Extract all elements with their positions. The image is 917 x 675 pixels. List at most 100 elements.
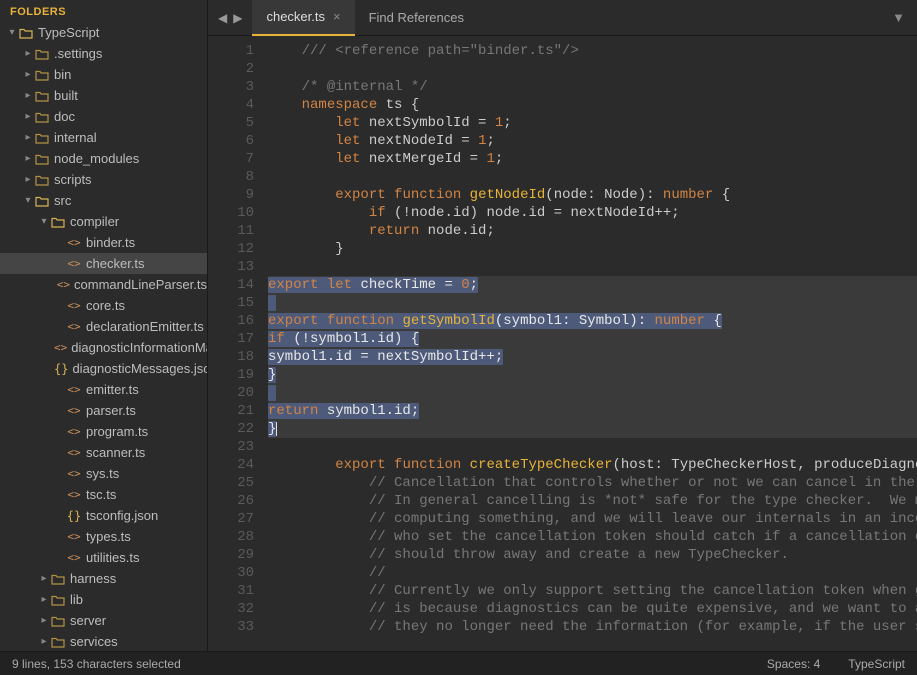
code-line[interactable]: // should throw away and create a new Ty…	[268, 546, 917, 564]
folder-item[interactable]: ▾src	[0, 190, 207, 211]
code-line[interactable]	[268, 60, 917, 78]
code-line[interactable]: if (!symbol1.id) {	[268, 330, 917, 348]
file-item[interactable]: {}diagnosticMessages.json	[0, 358, 207, 379]
folder-item[interactable]: ▸bin	[0, 64, 207, 85]
code-line[interactable]	[268, 438, 917, 456]
folder-item[interactable]: ▸lib	[0, 589, 207, 610]
line-number: 4	[208, 96, 254, 114]
tab-checker[interactable]: checker.ts ×	[252, 0, 354, 36]
code-area[interactable]: /// <reference path="binder.ts"/> /* @in…	[268, 36, 917, 651]
tab-find-references[interactable]: Find References	[355, 0, 478, 36]
line-number: 32	[208, 600, 254, 618]
folder-icon	[34, 69, 50, 81]
file-item[interactable]: <>core.ts	[0, 295, 207, 316]
code-line[interactable]: let nextSymbolId = 1;	[268, 114, 917, 132]
code-line[interactable]: namespace ts {	[268, 96, 917, 114]
code-line[interactable]: }	[268, 420, 917, 438]
tree-arrow-icon[interactable]: ▸	[38, 636, 50, 647]
code-line[interactable]: let nextNodeId = 1;	[268, 132, 917, 150]
nav-back-icon[interactable]: ◀	[218, 11, 227, 25]
folder-item[interactable]: ▾compiler	[0, 211, 207, 232]
ts-file-icon: <>	[66, 257, 82, 270]
tree-arrow-icon[interactable]: ▸	[22, 111, 34, 122]
close-icon[interactable]: ×	[333, 9, 341, 24]
code-line[interactable]: /* @internal */	[268, 78, 917, 96]
code-line[interactable]: // is because diagnostics can be quite e…	[268, 600, 917, 618]
tree-arrow-icon[interactable]: ▾	[6, 27, 18, 38]
tree-arrow-icon[interactable]: ▸	[22, 132, 34, 143]
file-tree[interactable]: ▾TypeScript▸.settings▸bin▸built▸doc▸inte…	[0, 22, 207, 651]
file-item[interactable]: <>parser.ts	[0, 400, 207, 421]
folder-item[interactable]: ▸built	[0, 85, 207, 106]
code-line[interactable]: // In general cancelling is *not* safe f…	[268, 492, 917, 510]
file-item[interactable]: <>diagnosticInformationMap.generated.ts	[0, 337, 207, 358]
tree-arrow-icon[interactable]: ▸	[22, 174, 34, 185]
code-line[interactable]: if (!node.id) node.id = nextNodeId++;	[268, 204, 917, 222]
tree-item-label: binder.ts	[86, 235, 135, 250]
file-item[interactable]: <>commandLineParser.ts	[0, 274, 207, 295]
editor-body[interactable]: 1234567891011121314151617181920212223242…	[208, 36, 917, 651]
file-item[interactable]: <> checker.ts	[0, 253, 207, 274]
code-line[interactable]: // computing something, and we will leav…	[268, 510, 917, 528]
tabbar-menu-icon[interactable]: ▼	[892, 10, 917, 25]
folder-item[interactable]: ▸.settings	[0, 43, 207, 64]
folder-item[interactable]: ▸node_modules	[0, 148, 207, 169]
code-line[interactable]	[268, 258, 917, 276]
file-item[interactable]: {}tsconfig.json	[0, 505, 207, 526]
code-line[interactable]	[268, 168, 917, 186]
tree-item-label: checker.ts	[86, 256, 145, 271]
file-item[interactable]: <>utilities.ts	[0, 547, 207, 568]
line-number: 17	[208, 330, 254, 348]
line-number: 27	[208, 510, 254, 528]
code-line[interactable]: export let checkTime = 0;	[268, 276, 917, 294]
code-line[interactable]: // they no longer need the information (…	[268, 618, 917, 636]
code-line[interactable]: }	[268, 240, 917, 258]
folder-item[interactable]: ▸scripts	[0, 169, 207, 190]
ts-file-icon: <>	[54, 341, 67, 354]
file-item[interactable]: <>declarationEmitter.ts	[0, 316, 207, 337]
code-line[interactable]: let nextMergeId = 1;	[268, 150, 917, 168]
code-line[interactable]: return symbol1.id;	[268, 402, 917, 420]
folder-item[interactable]: ▸services	[0, 631, 207, 651]
line-number: 29	[208, 546, 254, 564]
code-line[interactable]: //	[268, 564, 917, 582]
code-line[interactable]: export function createTypeChecker(host: …	[268, 456, 917, 474]
ts-file-icon: <>	[66, 467, 82, 480]
file-item[interactable]: <>emitter.ts	[0, 379, 207, 400]
code-line[interactable]: return node.id;	[268, 222, 917, 240]
folder-item[interactable]: ▸doc	[0, 106, 207, 127]
code-line[interactable]: export function getNodeId(node: Node): n…	[268, 186, 917, 204]
code-line[interactable]: export function getSymbolId(symbol1: Sym…	[268, 312, 917, 330]
status-indentation[interactable]: Spaces: 4	[767, 657, 820, 671]
code-line[interactable]: /// <reference path="binder.ts"/>	[268, 42, 917, 60]
tree-arrow-icon[interactable]: ▾	[22, 195, 34, 206]
code-line[interactable]: // Currently we only support setting the…	[268, 582, 917, 600]
code-line[interactable]: // who set the cancellation token should…	[268, 528, 917, 546]
code-line[interactable]: symbol1.id = nextSymbolId++;	[268, 348, 917, 366]
folder-item[interactable]: ▸harness	[0, 568, 207, 589]
file-item[interactable]: <>sys.ts	[0, 463, 207, 484]
tree-arrow-icon[interactable]: ▾	[38, 216, 50, 227]
file-item[interactable]: <>tsc.ts	[0, 484, 207, 505]
tree-arrow-icon[interactable]: ▸	[38, 573, 50, 584]
code-line[interactable]	[268, 294, 917, 312]
file-item[interactable]: <>scanner.ts	[0, 442, 207, 463]
line-number: 9	[208, 186, 254, 204]
tree-arrow-icon[interactable]: ▸	[38, 594, 50, 605]
tree-arrow-icon[interactable]: ▸	[38, 615, 50, 626]
file-item[interactable]: <>program.ts	[0, 421, 207, 442]
nav-forward-icon[interactable]: ▶	[233, 11, 242, 25]
tree-arrow-icon[interactable]: ▸	[22, 48, 34, 59]
folder-item[interactable]: ▸server	[0, 610, 207, 631]
code-line[interactable]: // Cancellation that controls whether or…	[268, 474, 917, 492]
tree-arrow-icon[interactable]: ▸	[22, 69, 34, 80]
tree-arrow-icon[interactable]: ▸	[22, 90, 34, 101]
file-item[interactable]: <>binder.ts	[0, 232, 207, 253]
status-language[interactable]: TypeScript	[848, 657, 905, 671]
file-item[interactable]: <>types.ts	[0, 526, 207, 547]
tree-arrow-icon[interactable]: ▸	[22, 153, 34, 164]
code-line[interactable]	[268, 384, 917, 402]
folder-item[interactable]: ▾TypeScript	[0, 22, 207, 43]
code-line[interactable]: }	[268, 366, 917, 384]
folder-item[interactable]: ▸internal	[0, 127, 207, 148]
